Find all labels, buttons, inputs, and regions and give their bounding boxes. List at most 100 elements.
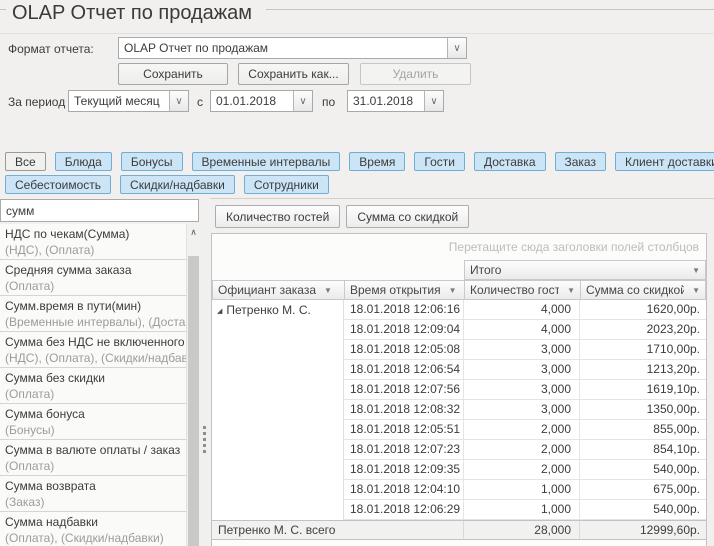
total-sum-value: 12999,60р. — [580, 521, 706, 539]
total-column-group-header[interactable]: Итого ▼ — [464, 260, 706, 280]
field-categories: (Оплата) — [5, 278, 186, 294]
chevron-down-icon[interactable]: ∨ — [424, 91, 443, 111]
chevron-down-icon[interactable]: ∨ — [169, 91, 188, 111]
category-button[interactable]: Гости — [414, 152, 465, 171]
category-button[interactable]: Блюда — [55, 152, 112, 171]
column-header-open-time[interactable]: Время открытия ▼ — [344, 280, 464, 300]
field-list-item[interactable]: Сумма в валюте оплаты / заказ(Оплата) — [0, 440, 186, 476]
scrollbar-thumb[interactable] — [188, 256, 199, 546]
sum-cell: 1350,00р. — [580, 400, 706, 419]
sum-cell: 675,00р. — [580, 480, 706, 499]
table-row[interactable]: 18.01.2018 12:09:352,000540,00р. — [344, 460, 706, 480]
table-row[interactable]: 18.01.2018 12:06:164,0001620,00р. — [344, 300, 706, 320]
filter-arrow-icon[interactable]: ▼ — [324, 286, 332, 295]
guests-cell: 3,000 — [464, 340, 580, 359]
table-row[interactable]: 18.01.2018 12:05:083,0001710,00р. — [344, 340, 706, 360]
category-button[interactable]: Клиент доставки — [615, 152, 714, 171]
field-list-item[interactable]: Сумма надбавки(Оплата), (Скидки/надбавки… — [0, 512, 186, 546]
sum-cell: 540,00р. — [580, 460, 706, 479]
field-list-item[interactable]: Сумма без скидки(Оплата) — [0, 368, 186, 404]
field-title: Средняя сумма заказа — [5, 262, 186, 278]
filter-arrow-icon[interactable]: ▼ — [692, 286, 700, 295]
category-button[interactable]: Себестоимость — [5, 175, 111, 194]
field-search-input[interactable] — [0, 199, 199, 222]
field-list-item[interactable]: Сумм.время в пути(мин)(Временные интерва… — [0, 296, 186, 332]
field-categories: (Оплата) — [5, 386, 186, 402]
column-header-discount-sum[interactable]: Сумма со скидкой ▼ — [580, 280, 706, 300]
open-time-cell: 18.01.2018 12:06:29 — [344, 500, 464, 519]
column-header-guest-count[interactable]: Количество гостей ▼ — [464, 280, 580, 300]
save-as-button[interactable]: Сохранить как... — [238, 63, 349, 85]
filter-arrow-icon[interactable]: ▼ — [692, 266, 700, 275]
field-list-item[interactable]: НДС по чекам(Сумма)(НДС), (Оплата) — [0, 224, 186, 260]
category-tabs-row-2: Себестоимость Скидки/надбавки Сотрудники — [5, 175, 329, 194]
category-button[interactable]: Сотрудники — [244, 175, 329, 194]
guests-cell: 4,000 — [464, 300, 580, 319]
category-button[interactable]: Заказ — [555, 152, 606, 171]
field-list-item[interactable]: Сумма возврата(Заказ) — [0, 476, 186, 512]
splitter-grip-icon[interactable] — [203, 426, 206, 453]
table-row[interactable]: 18.01.2018 12:04:101,000675,00р. — [344, 480, 706, 500]
table-row[interactable]: 18.01.2018 12:06:543,0001213,20р. — [344, 360, 706, 380]
field-title: Сумма в валюте оплаты / заказ — [5, 442, 186, 458]
table-row[interactable]: 18.01.2018 12:07:232,000854,10р. — [344, 440, 706, 460]
date-to-picker[interactable]: 31.01.2018 ∨ — [347, 90, 444, 112]
open-time-cell: 18.01.2018 12:09:35 — [344, 460, 464, 479]
table-row[interactable]: 18.01.2018 12:09:044,0002023,20р. — [344, 320, 706, 340]
period-label: За период — [8, 95, 65, 109]
open-time-cell: 18.01.2018 12:09:04 — [344, 320, 464, 339]
chevron-down-icon[interactable]: ∨ — [447, 38, 466, 58]
sum-cell: 1619,10р. — [580, 380, 706, 399]
group-total-row: Петренко М. С. всего 28,000 12999,60р. — [212, 520, 706, 540]
column-header-waiter[interactable]: Официант заказа ▼ — [212, 280, 344, 300]
fields-scrollbar[interactable]: ∧ — [186, 224, 200, 546]
table-row[interactable]: 18.01.2018 12:08:323,0001350,00р. — [344, 400, 706, 420]
expand-collapse-icon[interactable]: ◢ — [217, 308, 222, 315]
category-button[interactable]: Бонусы — [121, 152, 183, 171]
guests-cell: 2,000 — [464, 420, 580, 439]
sum-cell: 1213,20р. — [580, 360, 706, 379]
olap-report-window: OLAP Отчет по продажам Формат отчета: OL… — [0, 0, 714, 546]
sum-cell: 1620,00р. — [580, 300, 706, 319]
field-list-item[interactable]: Средняя сумма заказа(Оплата) — [0, 260, 186, 296]
report-format-value: OLAP Отчет по продажам — [119, 41, 447, 55]
date-from-picker[interactable]: 01.01.2018 ∨ — [210, 90, 313, 112]
total-guests-value: 28,000 — [464, 521, 580, 539]
category-button[interactable]: Скидки/надбавки — [120, 175, 235, 194]
chevron-down-icon[interactable]: ∨ — [293, 91, 312, 111]
save-button[interactable]: Сохранить — [118, 63, 228, 85]
guests-cell: 4,000 — [464, 320, 580, 339]
filter-arrow-icon[interactable]: ▼ — [567, 286, 575, 295]
field-list-item[interactable]: Сумма без НДС не включенного в стоимость… — [0, 332, 186, 368]
scroll-up-icon[interactable]: ∧ — [187, 224, 200, 240]
filter-arrow-icon[interactable]: ▼ — [449, 286, 457, 295]
date-to-value: 31.01.2018 — [348, 94, 424, 108]
field-title: Сумма без скидки — [5, 370, 186, 386]
open-time-cell: 18.01.2018 12:08:32 — [344, 400, 464, 419]
field-title: Сумма без НДС не включенного в стоимость — [5, 334, 186, 350]
category-button[interactable]: Временные интервалы — [192, 152, 341, 171]
period-select[interactable]: Текущий месяц ∨ — [68, 90, 189, 112]
guests-cell: 3,000 — [464, 400, 580, 419]
table-row[interactable]: 18.01.2018 12:07:563,0001619,10р. — [344, 380, 706, 400]
category-button[interactable]: Время — [349, 152, 405, 171]
sum-cell: 2023,20р. — [580, 320, 706, 339]
fields-panel: НДС по чекам(Сумма)(НДС), (Оплата)Средня… — [0, 198, 200, 546]
group-row-header[interactable]: ◢Петренко М. С. — [212, 300, 344, 520]
category-button[interactable]: Все — [5, 152, 46, 171]
report-format-select[interactable]: OLAP Отчет по продажам ∨ — [118, 37, 467, 59]
open-time-cell: 18.01.2018 12:05:08 — [344, 340, 464, 359]
table-row[interactable]: 18.01.2018 12:05:512,000855,00р. — [344, 420, 706, 440]
category-button[interactable]: Доставка — [474, 152, 546, 171]
delete-button[interactable]: Удалить — [360, 63, 471, 85]
field-categories: (Заказ) — [5, 494, 186, 510]
date-to-label: по — [322, 95, 335, 109]
date-from-label: с — [197, 95, 203, 109]
measure-chip[interactable]: Количество гостей — [215, 205, 340, 228]
table-row[interactable]: 18.01.2018 12:06:291,000540,00р. — [344, 500, 706, 520]
column-dropzone[interactable]: Перетащите сюда заголовки полей столбцов — [212, 234, 706, 260]
field-categories: (Временные интервалы), (Доставка) — [5, 314, 186, 330]
field-list-item[interactable]: Сумма бонуса(Бонусы) — [0, 404, 186, 440]
measure-chip[interactable]: Сумма со скидкой — [346, 205, 469, 228]
sum-cell: 855,00р. — [580, 420, 706, 439]
